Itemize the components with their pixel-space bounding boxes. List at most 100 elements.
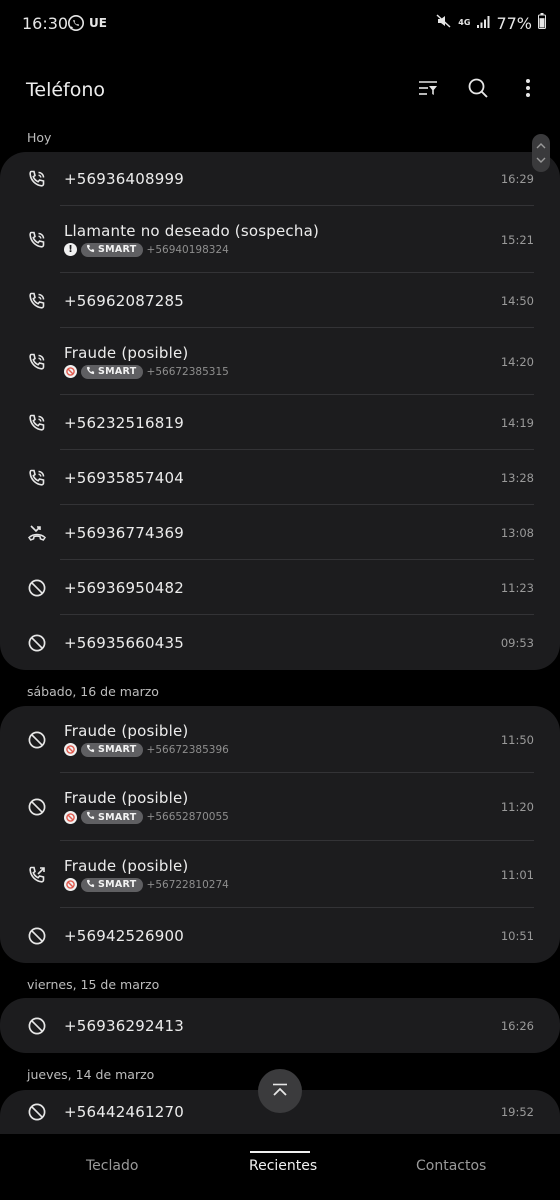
- mute-icon: [436, 13, 452, 33]
- caller-name: Llamante no deseado (sospecha): [64, 221, 320, 240]
- warning-icon: !: [64, 243, 77, 256]
- call-group-saturday: Fraude (posible) SMART +56672385396 11:50 Fr…: [0, 706, 560, 963]
- caller-details: SMART +56672385396: [64, 742, 480, 757]
- caller-number: +56672385396: [146, 743, 229, 756]
- call-group-friday: +56936292413 16:26: [0, 998, 560, 1053]
- call-log-row[interactable]: +56936408999 16:29: [0, 152, 560, 206]
- more-vert-icon: [525, 78, 531, 102]
- phone-icon: [86, 244, 95, 256]
- caller-name: Fraude (posible): [64, 856, 189, 875]
- call-log-row[interactable]: +56942526900 10:51: [0, 908, 560, 963]
- call-info: Llamante no deseado (sospecha)! SMART +569…: [64, 222, 480, 257]
- call-time: 10:51: [500, 928, 534, 943]
- signal-icon: [476, 14, 490, 33]
- blocked-call-icon: [26, 632, 48, 654]
- volte-call-icon: [26, 168, 48, 190]
- caller-details: SMART +56722810274: [64, 877, 480, 892]
- caller-details: SMART +56672385315: [64, 364, 480, 379]
- caller-name: +56936774369: [64, 523, 184, 542]
- call-info: +56935660435: [64, 634, 480, 652]
- caller-name: +56935857404: [64, 468, 184, 487]
- call-log-row[interactable]: Fraude (posible) SMART +56652870055 11:20: [0, 773, 560, 841]
- filter-button[interactable]: [414, 76, 442, 104]
- call-time: 09:53: [500, 635, 534, 650]
- caller-number: +56652870055: [146, 811, 229, 823]
- volte-call-icon: [26, 290, 48, 312]
- smart-call-badge: SMART: [81, 810, 143, 824]
- caller-name: +56936950482: [64, 578, 184, 597]
- fraud-warning-icon: [64, 743, 77, 756]
- smart-label: SMART: [98, 744, 137, 755]
- carrier-label: UE: [89, 16, 107, 30]
- fraud-warning-icon: [64, 878, 77, 891]
- call-log-row[interactable]: +56935857404 13:28: [0, 450, 560, 505]
- battery-icon: [538, 13, 546, 33]
- smart-call-badge: SMART: [81, 742, 143, 757]
- call-time: 11:23: [500, 580, 534, 595]
- call-time: 14:50: [500, 293, 534, 308]
- caller-name: +56942526900: [64, 926, 184, 945]
- tab-contacts[interactable]: Contactos: [416, 1158, 486, 1174]
- caller-name: +56936408999: [64, 170, 184, 188]
- smart-label: SMART: [98, 879, 137, 890]
- fraud-warning-icon: [64, 810, 77, 824]
- call-log-row[interactable]: +56962087285 14:50: [0, 273, 560, 328]
- blocked-call-icon: [26, 1015, 48, 1037]
- phone-icon: [86, 879, 95, 891]
- tab-recents[interactable]: Recientes: [249, 1158, 317, 1174]
- call-log-row[interactable]: Fraude (posible) SMART +56672385315 14:20: [0, 328, 560, 395]
- call-log-row[interactable]: Fraude (posible) SMART +56722810274 11:01: [0, 841, 560, 908]
- call-time: 11:01: [500, 867, 534, 882]
- call-info: +56936292413: [64, 1017, 480, 1035]
- arrow-up-to-top-icon: [271, 1082, 289, 1101]
- fast-scroll-handle[interactable]: [532, 134, 550, 172]
- caller-name: +56232516819: [64, 413, 184, 432]
- blocked-call-icon: [26, 577, 48, 599]
- call-log-row[interactable]: Fraude (posible) SMART +56672385396 11:50: [0, 706, 560, 773]
- smart-label: SMART: [98, 366, 137, 377]
- smart-label: SMART: [98, 244, 137, 255]
- smart-label: SMART: [98, 811, 137, 823]
- caller-name: +56936292413: [64, 1016, 184, 1035]
- blocked-call-icon: [26, 925, 48, 947]
- call-time: 15:21: [500, 232, 534, 247]
- caller-details: SMART +56652870055: [64, 810, 480, 824]
- caller-name: +56935660435: [64, 633, 184, 652]
- call-time: 13:08: [500, 525, 534, 540]
- call-log-row[interactable]: Llamante no deseado (sospecha)! SMART +569…: [0, 206, 560, 273]
- smart-call-badge: SMART: [81, 364, 143, 379]
- search-icon: [467, 77, 489, 103]
- call-log-row[interactable]: +56232516819 14:19: [0, 395, 560, 450]
- caller-number: +56940198324: [146, 243, 229, 256]
- call-log-row[interactable]: +56936950482 11:23: [0, 560, 560, 615]
- call-info: +56936950482: [64, 579, 480, 597]
- smart-call-badge: SMART: [81, 242, 143, 257]
- section-header-thursday: jueves, 14 de marzo: [27, 1067, 155, 1082]
- call-time: 14:19: [500, 415, 534, 430]
- caller-name: Fraude (posible): [64, 789, 189, 807]
- caller-name: Fraude (posible): [64, 721, 189, 740]
- blocked-call-icon: [26, 1101, 48, 1123]
- scroll-to-top-button[interactable]: [258, 1069, 302, 1113]
- more-options-button[interactable]: [514, 76, 542, 104]
- call-info: +56936408999: [64, 170, 480, 188]
- call-time: 13:28: [500, 470, 534, 485]
- phone-icon: [86, 744, 95, 756]
- search-button[interactable]: [464, 76, 492, 104]
- tab-keypad[interactable]: Teclado: [86, 1158, 138, 1174]
- volte-call-icon: [26, 412, 48, 434]
- smart-call-badge: SMART: [81, 877, 143, 892]
- call-info: Fraude (posible) SMART +56652870055: [64, 789, 480, 824]
- caller-number: +56672385315: [146, 365, 229, 378]
- call-log-row[interactable]: +56935660435 09:53: [0, 615, 560, 670]
- network-type-label: 4G: [458, 18, 471, 27]
- active-tab-indicator: [250, 1151, 310, 1153]
- phone-icon: [86, 811, 95, 823]
- call-info: +56232516819: [64, 414, 480, 432]
- call-info: +56962087285: [64, 292, 480, 310]
- call-log-row[interactable]: +56936292413 16:26: [0, 998, 560, 1053]
- call-log-row[interactable]: +56936774369 13:08: [0, 505, 560, 560]
- blocked-call-icon: [26, 796, 48, 818]
- status-time: 16:30: [22, 14, 69, 33]
- volte-call-icon: [26, 467, 48, 489]
